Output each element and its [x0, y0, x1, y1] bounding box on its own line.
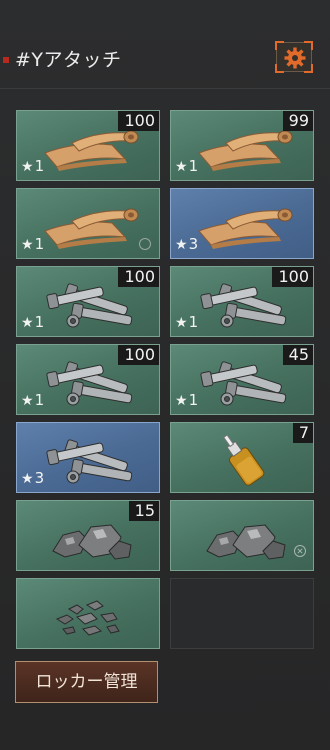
ore-icon: [206, 524, 286, 560]
inventory-slot-bolts[interactable]: 100 ★1: [16, 266, 160, 337]
inventory-slot-scroll[interactable]: ★1: [16, 188, 160, 259]
gear-icon: [284, 47, 306, 69]
star-rating: ★1: [21, 391, 45, 409]
inventory-slot-bolts[interactable]: 100 ★1: [170, 266, 314, 337]
star-icon: ★: [21, 237, 34, 253]
item-count: 100: [118, 345, 159, 365]
star-rating: ★1: [175, 313, 199, 331]
star-rating: ★1: [175, 157, 199, 175]
item-count: 7: [292, 423, 313, 443]
inventory-slot-stones[interactable]: [16, 578, 160, 649]
inventory-slot-bolts[interactable]: 45 ★1: [170, 344, 314, 415]
item-count: 100: [272, 267, 313, 287]
star-rating: ★3: [175, 235, 199, 253]
star-icon: ★: [175, 393, 188, 409]
star-icon: ★: [21, 471, 34, 487]
star-icon: ★: [175, 237, 188, 253]
panel-header: #Yアタッチ: [0, 36, 330, 84]
star-icon: ★: [175, 315, 188, 331]
star-rating: ★1: [175, 391, 199, 409]
inventory-slot-bolts[interactable]: 100 ★1: [16, 344, 160, 415]
star-rating: ★1: [21, 157, 45, 175]
star-rating: ★1: [21, 313, 45, 331]
star-icon: ★: [21, 159, 34, 175]
inventory-slot-scroll[interactable]: ★3: [170, 188, 314, 259]
star-icon: ★: [21, 315, 34, 331]
circle-icon: [139, 238, 151, 250]
item-count: 15: [128, 501, 159, 521]
inventory-panel: #Yアタッチ 100 ★1 99 ★1 ★1 ★3 100 ★1 100 ★1 …: [0, 0, 330, 750]
inventory-slot-scroll[interactable]: 100 ★1: [16, 110, 160, 181]
inventory-slot-ore[interactable]: 15: [16, 500, 160, 571]
header-marker: [3, 57, 9, 63]
circle-x-icon: [294, 545, 306, 557]
star-icon: ★: [175, 159, 188, 175]
header-divider: [0, 88, 330, 89]
page-title: #Yアタッチ: [15, 49, 122, 71]
item-count: 100: [118, 267, 159, 287]
inventory-slot-scroll[interactable]: 99 ★1: [170, 110, 314, 181]
settings-button[interactable]: [275, 41, 313, 73]
inventory-slot-ore[interactable]: [170, 500, 314, 571]
inventory-slot-oil-bottle[interactable]: 7: [170, 422, 314, 493]
item-count: 45: [282, 345, 313, 365]
star-rating: ★3: [21, 469, 45, 487]
star-rating: ★1: [21, 235, 45, 253]
locker-management-button[interactable]: ロッカー管理: [15, 661, 158, 703]
item-count: 100: [118, 111, 159, 131]
item-count: 99: [282, 111, 313, 131]
inventory-slot-bolts[interactable]: ★3: [16, 422, 160, 493]
inventory-slot-empty[interactable]: [170, 578, 314, 649]
stones-icon: [55, 600, 120, 636]
star-icon: ★: [21, 393, 34, 409]
